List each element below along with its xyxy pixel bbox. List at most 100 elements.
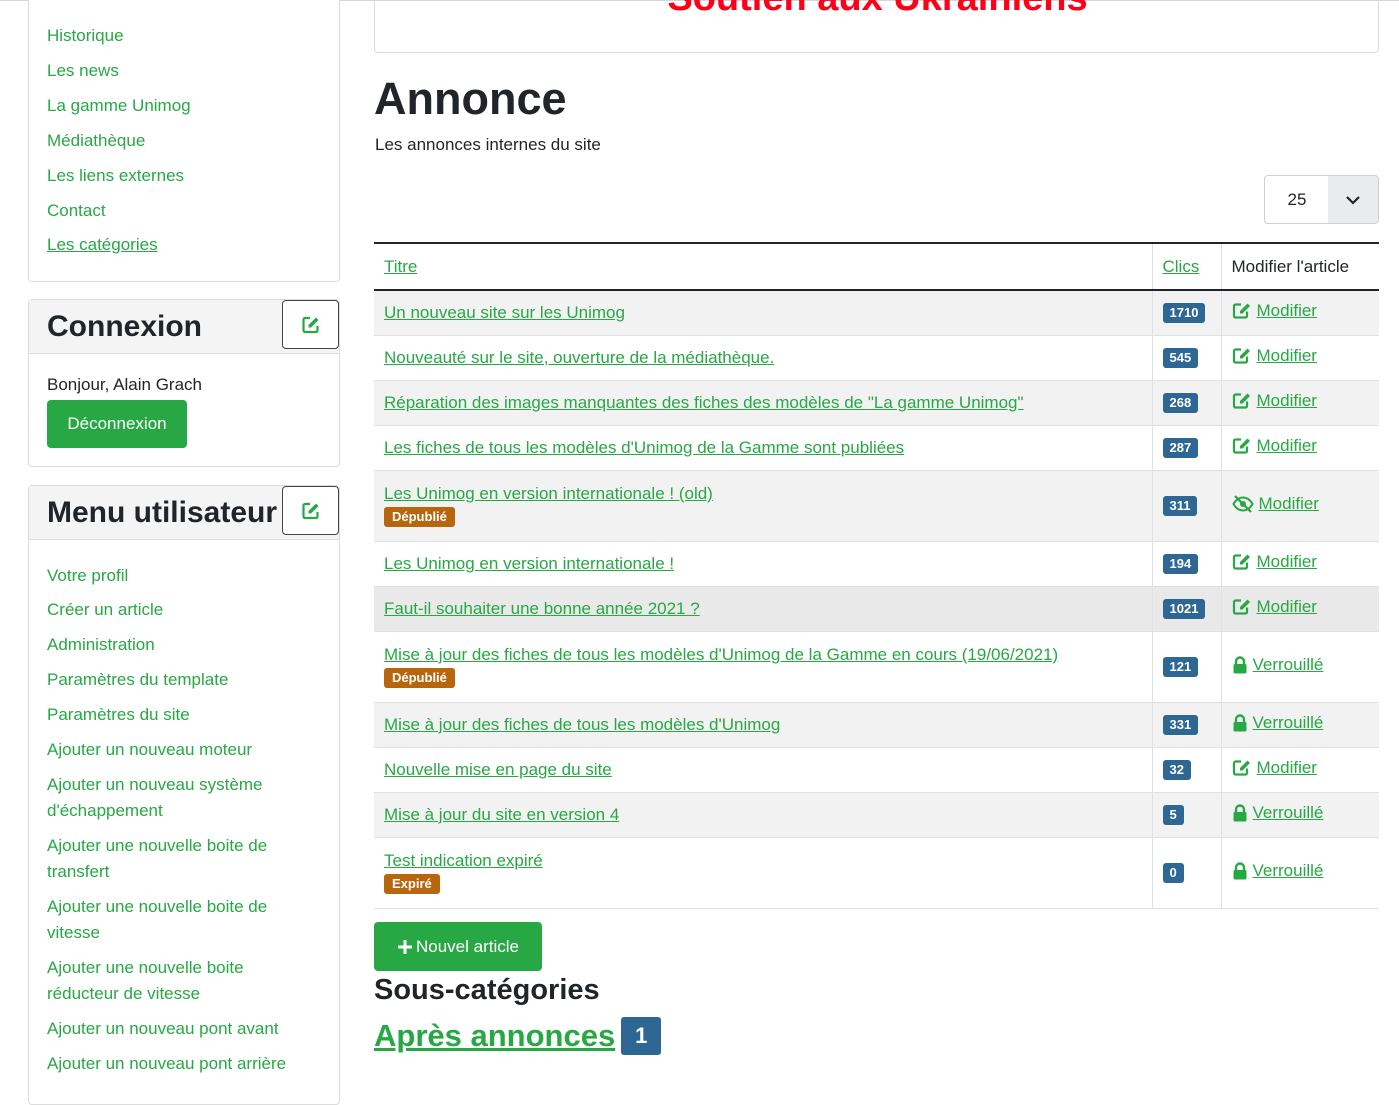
user-menu-profile[interactable]: Votre profil <box>47 563 307 589</box>
nav-item-historique[interactable]: Historique <box>47 23 124 49</box>
action-cell: Modifier <box>1220 541 1379 587</box>
edit-icon <box>301 502 319 519</box>
article-title-link[interactable]: Réparation des images manquantes des fic… <box>384 393 1024 412</box>
clics-cell: 32 <box>1151 747 1221 793</box>
article-title-link[interactable]: Mise à jour des fiches de tous les modèl… <box>384 645 1058 664</box>
login-title: Connexion <box>47 310 202 343</box>
results-limit-value: 25 <box>1287 190 1307 209</box>
sort-by-clics[interactable]: Clics <box>1163 257 1200 276</box>
article-title-link[interactable]: Mise à jour du site en version 4 <box>384 805 619 824</box>
nav-item-news[interactable]: Les news <box>47 58 119 84</box>
user-menu-add-rear-axle[interactable]: Ajouter un nouveau pont arrière <box>47 1051 307 1077</box>
article-action-label: Verrouillé <box>1252 712 1324 732</box>
action-cell: Verrouillé <box>1220 631 1379 703</box>
clics-cell: 268 <box>1151 380 1221 426</box>
article-action-link[interactable]: Modifier <box>1232 552 1317 572</box>
table-row: Mise à jour des fiches de tous les modèl… <box>374 702 1379 748</box>
action-cell: Modifier <box>1220 470 1379 542</box>
article-title-link[interactable]: Les Unimog en version internationale ! (… <box>384 484 713 503</box>
article-action-link[interactable]: Verrouillé <box>1232 655 1323 675</box>
user-menu-add-front-axle[interactable]: Ajouter un nouveau pont avant <box>47 1016 307 1042</box>
nav-item-contact[interactable]: Contact <box>47 198 106 224</box>
nav-item-liens-externes[interactable]: Les liens externes <box>47 163 184 189</box>
table-row: Mise à jour du site en version 4 5 Verroui… <box>374 792 1379 838</box>
page-description: Les annonces internes du site <box>375 135 601 154</box>
article-action-label: Verrouillé <box>1252 802 1324 822</box>
clics-cell: 0 <box>1151 837 1221 909</box>
article-action-label: Modifier <box>1256 300 1317 320</box>
clics-cell: 5 <box>1151 792 1221 838</box>
article-action-link[interactable]: Modifier <box>1232 436 1317 456</box>
article-title-link[interactable]: Les Unimog en version internationale ! <box>384 554 674 573</box>
article-title-link[interactable]: Nouveauté sur le site, ouverture de la m… <box>384 348 774 367</box>
user-menu-create-article[interactable]: Créer un article <box>47 597 307 623</box>
article-title-link[interactable]: Nouvelle mise en page du site <box>384 760 612 779</box>
subcategory-link[interactable]: Après annonces <box>374 1016 615 1056</box>
clics-cell: 287 <box>1151 425 1221 471</box>
clics-cell: 331 <box>1151 702 1221 748</box>
table-row: Mise à jour des fiches de tous les modèl… <box>374 631 1379 703</box>
clics-cell: 121 <box>1151 631 1221 703</box>
user-menu-add-gearbox[interactable]: Ajouter une nouvelle boite de vitesse <box>47 894 307 946</box>
action-cell: Verrouillé <box>1220 702 1379 748</box>
user-menu-administration[interactable]: Administration <box>47 632 307 658</box>
user-menu-site-settings[interactable]: Paramètres du site <box>47 702 307 728</box>
eye-slash-icon <box>1231 494 1254 513</box>
edit-icon <box>1232 392 1252 410</box>
article-action-link[interactable]: Modifier <box>1231 494 1319 514</box>
article-action-link[interactable]: Modifier <box>1232 346 1317 366</box>
lock-icon <box>1232 803 1248 822</box>
user-menu-add-reduction-box[interactable]: Ajouter une nouvelle boite réducteur de … <box>47 955 307 1007</box>
articles-table: Titre Clics Modifier l'article Un nouvea… <box>374 242 1379 909</box>
article-action-label: Modifier <box>1256 757 1317 777</box>
title-cell: Nouvelle mise en page du site <box>374 747 1152 793</box>
action-cell: Modifier <box>1220 335 1379 381</box>
edit-icon <box>1232 347 1252 365</box>
article-title-link[interactable]: Un nouveau site sur les Unimog <box>384 303 625 322</box>
article-action-link[interactable]: Verrouillé <box>1232 712 1324 733</box>
article-action-link[interactable]: Modifier <box>1232 758 1317 778</box>
title-cell: Mise à jour du site en version 4 <box>374 792 1152 838</box>
nav-item-categories[interactable]: Les catégories <box>47 232 158 258</box>
clics-badge: 1710 <box>1162 303 1206 324</box>
user-menu-add-transfer-box[interactable]: Ajouter une nouvelle boite de transfert <box>47 833 307 885</box>
edit-icon <box>1232 598 1252 616</box>
title-cell: Test indication expiré Expiré <box>374 837 1152 909</box>
article-action-link[interactable]: Verrouillé <box>1232 802 1324 823</box>
title-cell: Les fiches de tous les modèles d'Unimog … <box>374 425 1152 471</box>
clics-badge: 287 <box>1162 438 1199 458</box>
title-cell: Nouveauté sur le site, ouverture de la m… <box>374 335 1152 381</box>
user-menu-title: Menu utilisateur <box>47 496 278 529</box>
user-menu-template-settings[interactable]: Paramètres du template <box>47 667 307 693</box>
results-limit-select[interactable]: 25 <box>1264 175 1379 224</box>
article-title-link[interactable]: Test indication expiré <box>384 851 543 870</box>
clics-badge: 121 <box>1162 657 1199 677</box>
article-action-link[interactable]: Modifier <box>1232 301 1317 321</box>
user-menu-edit-button[interactable] <box>282 486 339 535</box>
article-title-link[interactable]: Les fiches de tous les modèles d'Unimog … <box>384 438 904 457</box>
table-row: Réparation des images manquantes des fic… <box>374 380 1379 426</box>
new-article-button[interactable]: Nouvel article <box>374 922 542 971</box>
nav-item-gamme-unimog[interactable]: La gamme Unimog <box>47 93 191 119</box>
article-title-link[interactable]: Faut-il souhaiter une bonne année 2021 ? <box>384 599 700 618</box>
title-cell: Mise à jour des fiches de tous les modèl… <box>374 702 1152 748</box>
login-edit-button[interactable] <box>282 300 339 349</box>
article-action-link[interactable]: Modifier <box>1232 597 1317 617</box>
article-title-link[interactable]: Mise à jour des fiches de tous les modèl… <box>384 715 780 734</box>
sort-by-title[interactable]: Titre <box>384 257 417 276</box>
nav-item-mediatheque[interactable]: Médiathèque <box>47 128 145 154</box>
status-badge: Expiré <box>384 874 440 894</box>
clics-badge: 331 <box>1162 715 1199 735</box>
action-cell: Modifier <box>1220 290 1379 336</box>
edit-column-header: Modifier l'article <box>1231 256 1350 276</box>
user-menu-add-engine[interactable]: Ajouter un nouveau moteur <box>47 737 307 763</box>
edit-icon <box>1232 302 1252 320</box>
article-action-link[interactable]: Modifier <box>1232 391 1317 411</box>
clics-cell: 1021 <box>1151 586 1221 632</box>
logout-button[interactable]: Déconnexion <box>47 400 187 448</box>
action-cell: Modifier <box>1220 425 1379 471</box>
article-action-link[interactable]: Verrouillé <box>1232 861 1323 881</box>
title-cell: Les Unimog en version internationale ! <box>374 541 1152 587</box>
user-menu-add-exhaust[interactable]: Ajouter un nouveau système d'échappement <box>47 772 307 824</box>
nav-item-accueil[interactable]: Accueil <box>47 0 102 8</box>
